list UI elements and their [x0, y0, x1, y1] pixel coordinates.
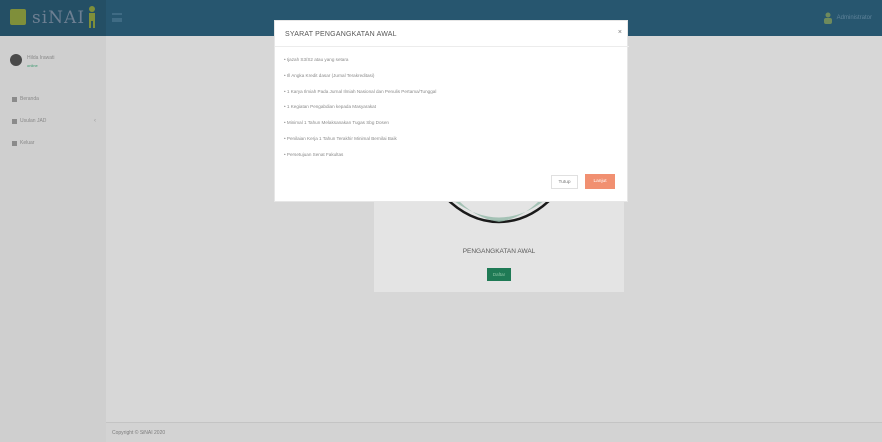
logo-figure-icon [89, 6, 95, 28]
logout-icon [12, 140, 17, 146]
home-icon [12, 96, 17, 102]
user-icon [823, 12, 832, 24]
list-item: • Persetujuan Senat Fakultas [284, 151, 344, 157]
modal-footer: Tutup Lanjut [275, 170, 629, 203]
card-title: PENGANGKATAN AWAL [462, 248, 536, 255]
list-item: • Ill Angka Kredit dasar (Jurnal Terakre… [284, 72, 375, 78]
sidebar-item-beranda[interactable]: Beranda [12, 88, 96, 110]
list-item: • Ijazah S3/S2 atau yang setara [284, 57, 349, 62]
logo[interactable]: siNAI [0, 0, 106, 36]
profile-status: online [27, 63, 38, 68]
daftar-button[interactable]: Daftar [487, 268, 511, 281]
sidebar-item-label: Keluar [20, 140, 35, 146]
chevron-left-icon: ‹ [94, 118, 96, 124]
pengangkatan-awal-card: PENGANGKATAN AWAL Daftar [374, 196, 624, 292]
sidebar-nav: Beranda Usulan JAD ‹ Keluar [12, 88, 96, 154]
avatar [10, 54, 22, 66]
requirements-list: • Ijazah S3/S2 atau yang setara • Ill An… [284, 57, 436, 168]
sidebar-item-label: Beranda [20, 96, 39, 102]
logo-text: siNAI [32, 8, 86, 28]
list-item: • Minimal 1 Tahun Melaksanakan Tugas Sbg… [284, 120, 389, 126]
hamburger-menu-icon[interactable] [112, 13, 122, 22]
list-item: • 1 Kegiatan Pengabdian kepada Masyaraka… [284, 104, 377, 110]
modal-title: SYARAT PENGANGKATAN AWAL [285, 31, 397, 38]
grid-icon [12, 118, 17, 124]
sidebar-item-usulan-jad[interactable]: Usulan JAD ‹ [12, 110, 96, 132]
lanjut-button[interactable]: Lanjut [585, 174, 615, 189]
list-item: • Penilaian Kerja 1 Tahun Terakhir Minim… [284, 135, 397, 141]
modal-header: SYARAT PENGANGKATAN AWAL × [275, 21, 629, 47]
user-profile: Hilda Irawati online [10, 54, 55, 68]
close-icon[interactable]: × [618, 29, 622, 36]
requirements-modal: SYARAT PENGANGKATAN AWAL × • Ijazah S3/S… [274, 20, 629, 203]
tutup-button[interactable]: Tutup [551, 175, 578, 189]
footer: Copyright © SiNAI 2020 [106, 422, 882, 442]
footer-copyright: Copyright © SiNAI 2020 [112, 430, 166, 436]
sidebar-item-keluar[interactable]: Keluar [12, 132, 96, 154]
list-item: • 1 Karya Ilmiah Pada Jurnal Ilmiah Nasi… [284, 88, 437, 94]
user-menu[interactable]: Administrator [823, 12, 872, 24]
sidebar-item-label: Usulan JAD [20, 118, 47, 124]
sidebar: Hilda Irawati online Beranda Usulan JAD … [0, 36, 106, 442]
profile-name: Hilda Irawati [27, 55, 55, 61]
logo-icon [10, 9, 26, 25]
user-name: Administrator [836, 15, 872, 21]
